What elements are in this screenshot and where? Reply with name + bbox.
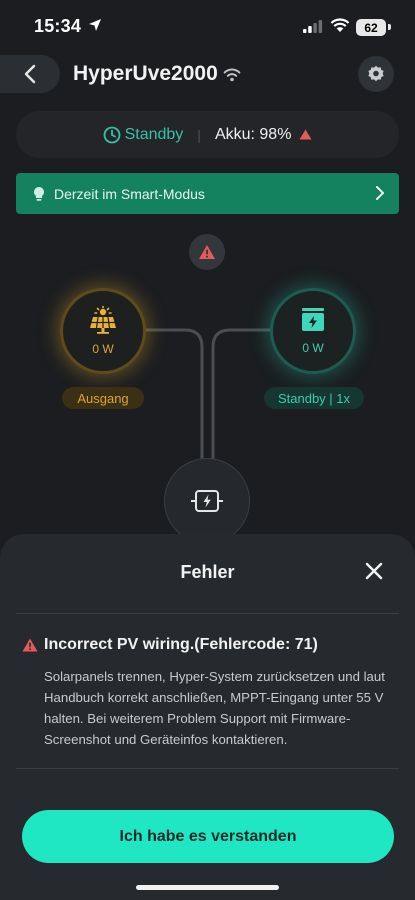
status-time: 15:34: [34, 16, 82, 36]
location-arrow-icon: [89, 19, 101, 31]
battery-status-label: Standby | 1x: [264, 387, 364, 409]
wifi-icon: [223, 68, 241, 82]
battery-bolt-icon: [302, 308, 324, 331]
header: HyperUve2000: [0, 55, 415, 95]
gear-icon: [368, 65, 384, 82]
solar-node[interactable]: 0 W: [60, 288, 146, 374]
error-heading: Incorrect PV wiring.(Fehlercode: 71): [22, 636, 318, 654]
solar-status-label: Ausgang: [62, 387, 144, 409]
error-description: Solarpanels trennen, Hyper-System zurück…: [44, 669, 385, 747]
alert-button[interactable]: [189, 234, 225, 270]
mode-status: Standby: [124, 125, 184, 143]
error-heading-text: Incorrect PV wiring.(Fehlercode: 71): [44, 636, 318, 653]
close-button[interactable]: [361, 558, 387, 584]
warning-triangle-icon: [299, 129, 312, 140]
divider: [16, 613, 399, 614]
device-status-card: Standby | Akku: 98%: [16, 111, 399, 158]
warning-triangle-icon: [22, 638, 38, 652]
battery-status: Akku: 98%: [214, 125, 292, 143]
battery-level: 62: [356, 19, 386, 36]
back-button[interactable]: [0, 55, 60, 93]
battery-node[interactable]: 0 W: [270, 288, 356, 374]
status-bar: 15:34 62: [0, 0, 415, 52]
chevron-right-icon: [376, 186, 384, 200]
lightbulb-icon: [34, 186, 44, 201]
inverter-node[interactable]: [164, 458, 250, 544]
separator: |: [197, 126, 201, 143]
home-indicator: [136, 885, 279, 890]
chevron-left-icon: [24, 64, 36, 84]
clock-icon: [103, 126, 120, 143]
confirm-button[interactable]: Ich habe es verstanden: [22, 810, 394, 863]
error-bottom-sheet: Fehler Incorrect PV wiring.(Fehlercode: …: [0, 534, 415, 900]
smart-mode-text: Derzeit im Smart-Modus: [54, 185, 205, 202]
cellular-signal-icon: [303, 20, 323, 33]
smart-mode-banner[interactable]: Derzeit im Smart-Modus: [16, 173, 399, 214]
battery-power-value: 0 W: [302, 341, 324, 355]
close-icon: [365, 562, 383, 580]
solar-power-value: 0 W: [92, 342, 114, 356]
battery-tip: [388, 24, 391, 30]
warning-triangle-icon: [199, 245, 215, 259]
wifi-icon: [330, 18, 350, 32]
sheet-title: Fehler: [180, 562, 235, 582]
device-title: HyperUve2000: [73, 62, 218, 85]
divider: [16, 768, 399, 769]
solar-panel-icon: [90, 306, 116, 334]
inverter-bolt-icon: [191, 490, 223, 512]
settings-button[interactable]: [358, 56, 394, 92]
